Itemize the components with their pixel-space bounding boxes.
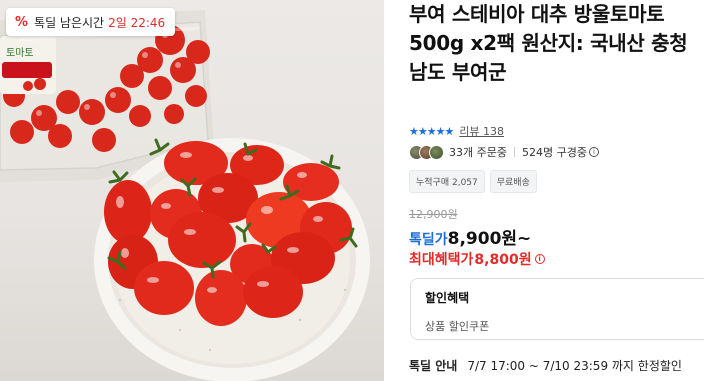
deal-price-value: 8,900원~ <box>447 229 532 249</box>
max-benefit-label: 최대혜택가 <box>409 252 474 268</box>
rating-stars-icon: ★★★★★ <box>409 124 454 138</box>
deal-price: 톡딜가8,900원~ <box>409 224 531 249</box>
deal-time-label: 톡딜 남은시간 <box>34 15 105 30</box>
deal-guide-period: 7/7 17:00 ~ 7/10 23:59 까지 한정할인 <box>467 359 682 373</box>
max-benefit-price: 최대혜택가 8,800원 i <box>409 249 545 269</box>
tomato-photo-graphic: 토마토 <box>0 10 370 381</box>
review-count-link[interactable]: 리뷰 138 <box>459 123 504 139</box>
package-label-text: 토마토 <box>6 47 34 59</box>
product-image[interactable]: 토마토 % 톡딜 남은시간 2일 22:46 <box>0 0 384 381</box>
discount-item: 상품 할인쿠폰 <box>425 320 490 333</box>
activity-row: 33개 주문중 524명 구경중 i <box>409 144 599 160</box>
deal-time-badge: % 톡딜 남은시간 2일 22:46 <box>6 8 176 36</box>
info-icon[interactable]: i <box>588 147 599 157</box>
divider <box>513 147 515 157</box>
order-count: 33개 주문중 <box>449 146 507 159</box>
viewer-count: 524명 구경중 <box>521 146 587 159</box>
product-info-panel: 부여 스테비아 대추 방울토마토 500g x2팩 원산지: 국내산 충청남도 … <box>400 0 704 381</box>
deal-guide: 톡딜 안내 7/7 17:00 ~ 7/10 23:59 까지 한정할인 <box>409 357 682 374</box>
max-benefit-value: 8,800원 <box>474 252 532 268</box>
original-price: 12,900원 <box>409 208 458 221</box>
discount-heading: 할인혜택 <box>425 291 470 305</box>
rating-row: ★★★★★ 리뷰 138 <box>409 123 504 139</box>
cumulative-purchase-tag: 누적구매 2,057 <box>409 170 485 193</box>
deal-time-remaining: 2일 22:46 <box>108 15 166 30</box>
buyer-avatars <box>409 144 444 160</box>
deal-guide-label: 톡딜 안내 <box>409 359 458 373</box>
percent-icon: % <box>15 14 29 30</box>
product-title: 부여 스테비아 대추 방울토마토 500g x2팩 원산지: 국내산 충청남도 … <box>409 2 688 84</box>
max-benefit-info-icon[interactable]: i <box>534 254 545 264</box>
avatar <box>429 144 444 160</box>
deal-price-label: 톡딜가 <box>409 232 448 248</box>
product-tags: 누적구매 2,057 무료배송 <box>409 170 542 193</box>
discount-benefit-box[interactable]: 할인혜택 상품 할인쿠폰 <box>410 278 704 340</box>
free-shipping-tag: 무료배송 <box>489 170 537 193</box>
